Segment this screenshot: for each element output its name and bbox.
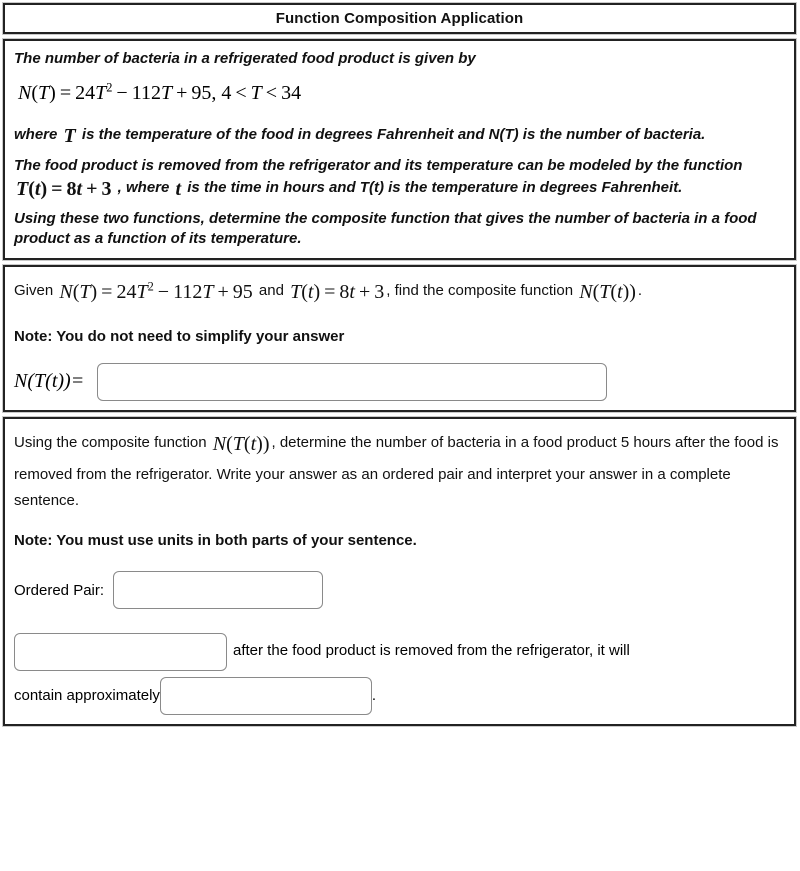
variable-t-glyph: t <box>175 177 182 200</box>
sentence-row-second: contain approximately. <box>14 676 785 715</box>
model-middle: , where <box>117 178 170 196</box>
variable-T-glyph: T <box>63 124 76 147</box>
part-a-formula-N: N(T) = 24T2−112T +95 <box>59 279 253 303</box>
formula-T-of-t: T(t) = 8t +3 <box>16 177 112 200</box>
part-b-composite-symbol: N(T(t)) <box>212 432 270 455</box>
problem-intro-text: The number of bacteria in a refrigerated… <box>14 50 476 67</box>
part-a-panel: Given N(T) = 24T2−112T +95 and T(t) = 8t +3, f… <box>3 264 796 412</box>
part-a-answer-row: N(T(t))= <box>14 362 785 401</box>
model-prefix: The food product is removed from the ref… <box>14 157 743 175</box>
sentence-continue-text: contain approximately <box>14 686 160 704</box>
worksheet-page: Function Composition Application The num… <box>0 0 800 871</box>
sentence-middle-text: after the food product is removed from t… <box>233 642 630 660</box>
ordered-pair-row: Ordered Pair: <box>14 571 785 610</box>
part-b-prompt: Using the composite function N(T(t)), de… <box>14 427 785 515</box>
problem-statement-panel: The number of bacteria in a refrigerated… <box>3 39 796 260</box>
sentence-amount-input[interactable] <box>159 676 372 715</box>
problem-task-text: Using these two functions, determine the… <box>14 210 757 248</box>
problem-model-text: The food product is removed from the ref… <box>14 156 785 202</box>
part-a-prompt: Given N(T) = 24T2−112T +95 and T(t) = 8t +3, f… <box>14 275 785 310</box>
and-word: and <box>258 281 284 299</box>
where-suffix: is the temperature of the food in degree… <box>81 125 706 143</box>
formula-N-of-T: N(T) = 24T2−112T +95, 4 < T <34 <box>18 80 302 104</box>
part-b-note: Note: You must use units in both parts o… <box>14 532 417 550</box>
ordered-pair-input[interactable] <box>113 571 324 610</box>
find-text: , find the composite function <box>386 281 574 299</box>
part-b-prompt-prefix: Using the composite function <box>14 433 207 451</box>
sentence-time-input[interactable] <box>14 632 227 671</box>
part-a-period: . <box>637 281 643 299</box>
part-b-panel: Using the composite function N(T(t)), de… <box>3 416 796 726</box>
model-suffix: is the time in hours and T(t) is the tem… <box>187 178 683 196</box>
given-word: Given <box>14 281 54 299</box>
problem-where-text: where T is the temperature of the food i… <box>14 123 785 149</box>
page-title: Function Composition Application <box>275 10 524 27</box>
part-a-formula-T: T(t) = 8t +3 <box>290 280 385 303</box>
where-prefix: where <box>14 125 58 143</box>
ordered-pair-label: Ordered Pair: <box>14 581 105 599</box>
sentence-end-period: . <box>371 686 377 704</box>
part-a-answer-label: N(T(t))= <box>14 370 85 393</box>
part-a-note: Note: You do not need to simplify your a… <box>14 327 345 345</box>
composite-function-input[interactable] <box>97 362 608 401</box>
part-a-composite-symbol: N(T(t)) <box>579 280 636 303</box>
title-bar: Function Composition Application <box>3 3 796 34</box>
sentence-row-first: after the food product is removed from t… <box>14 632 785 671</box>
